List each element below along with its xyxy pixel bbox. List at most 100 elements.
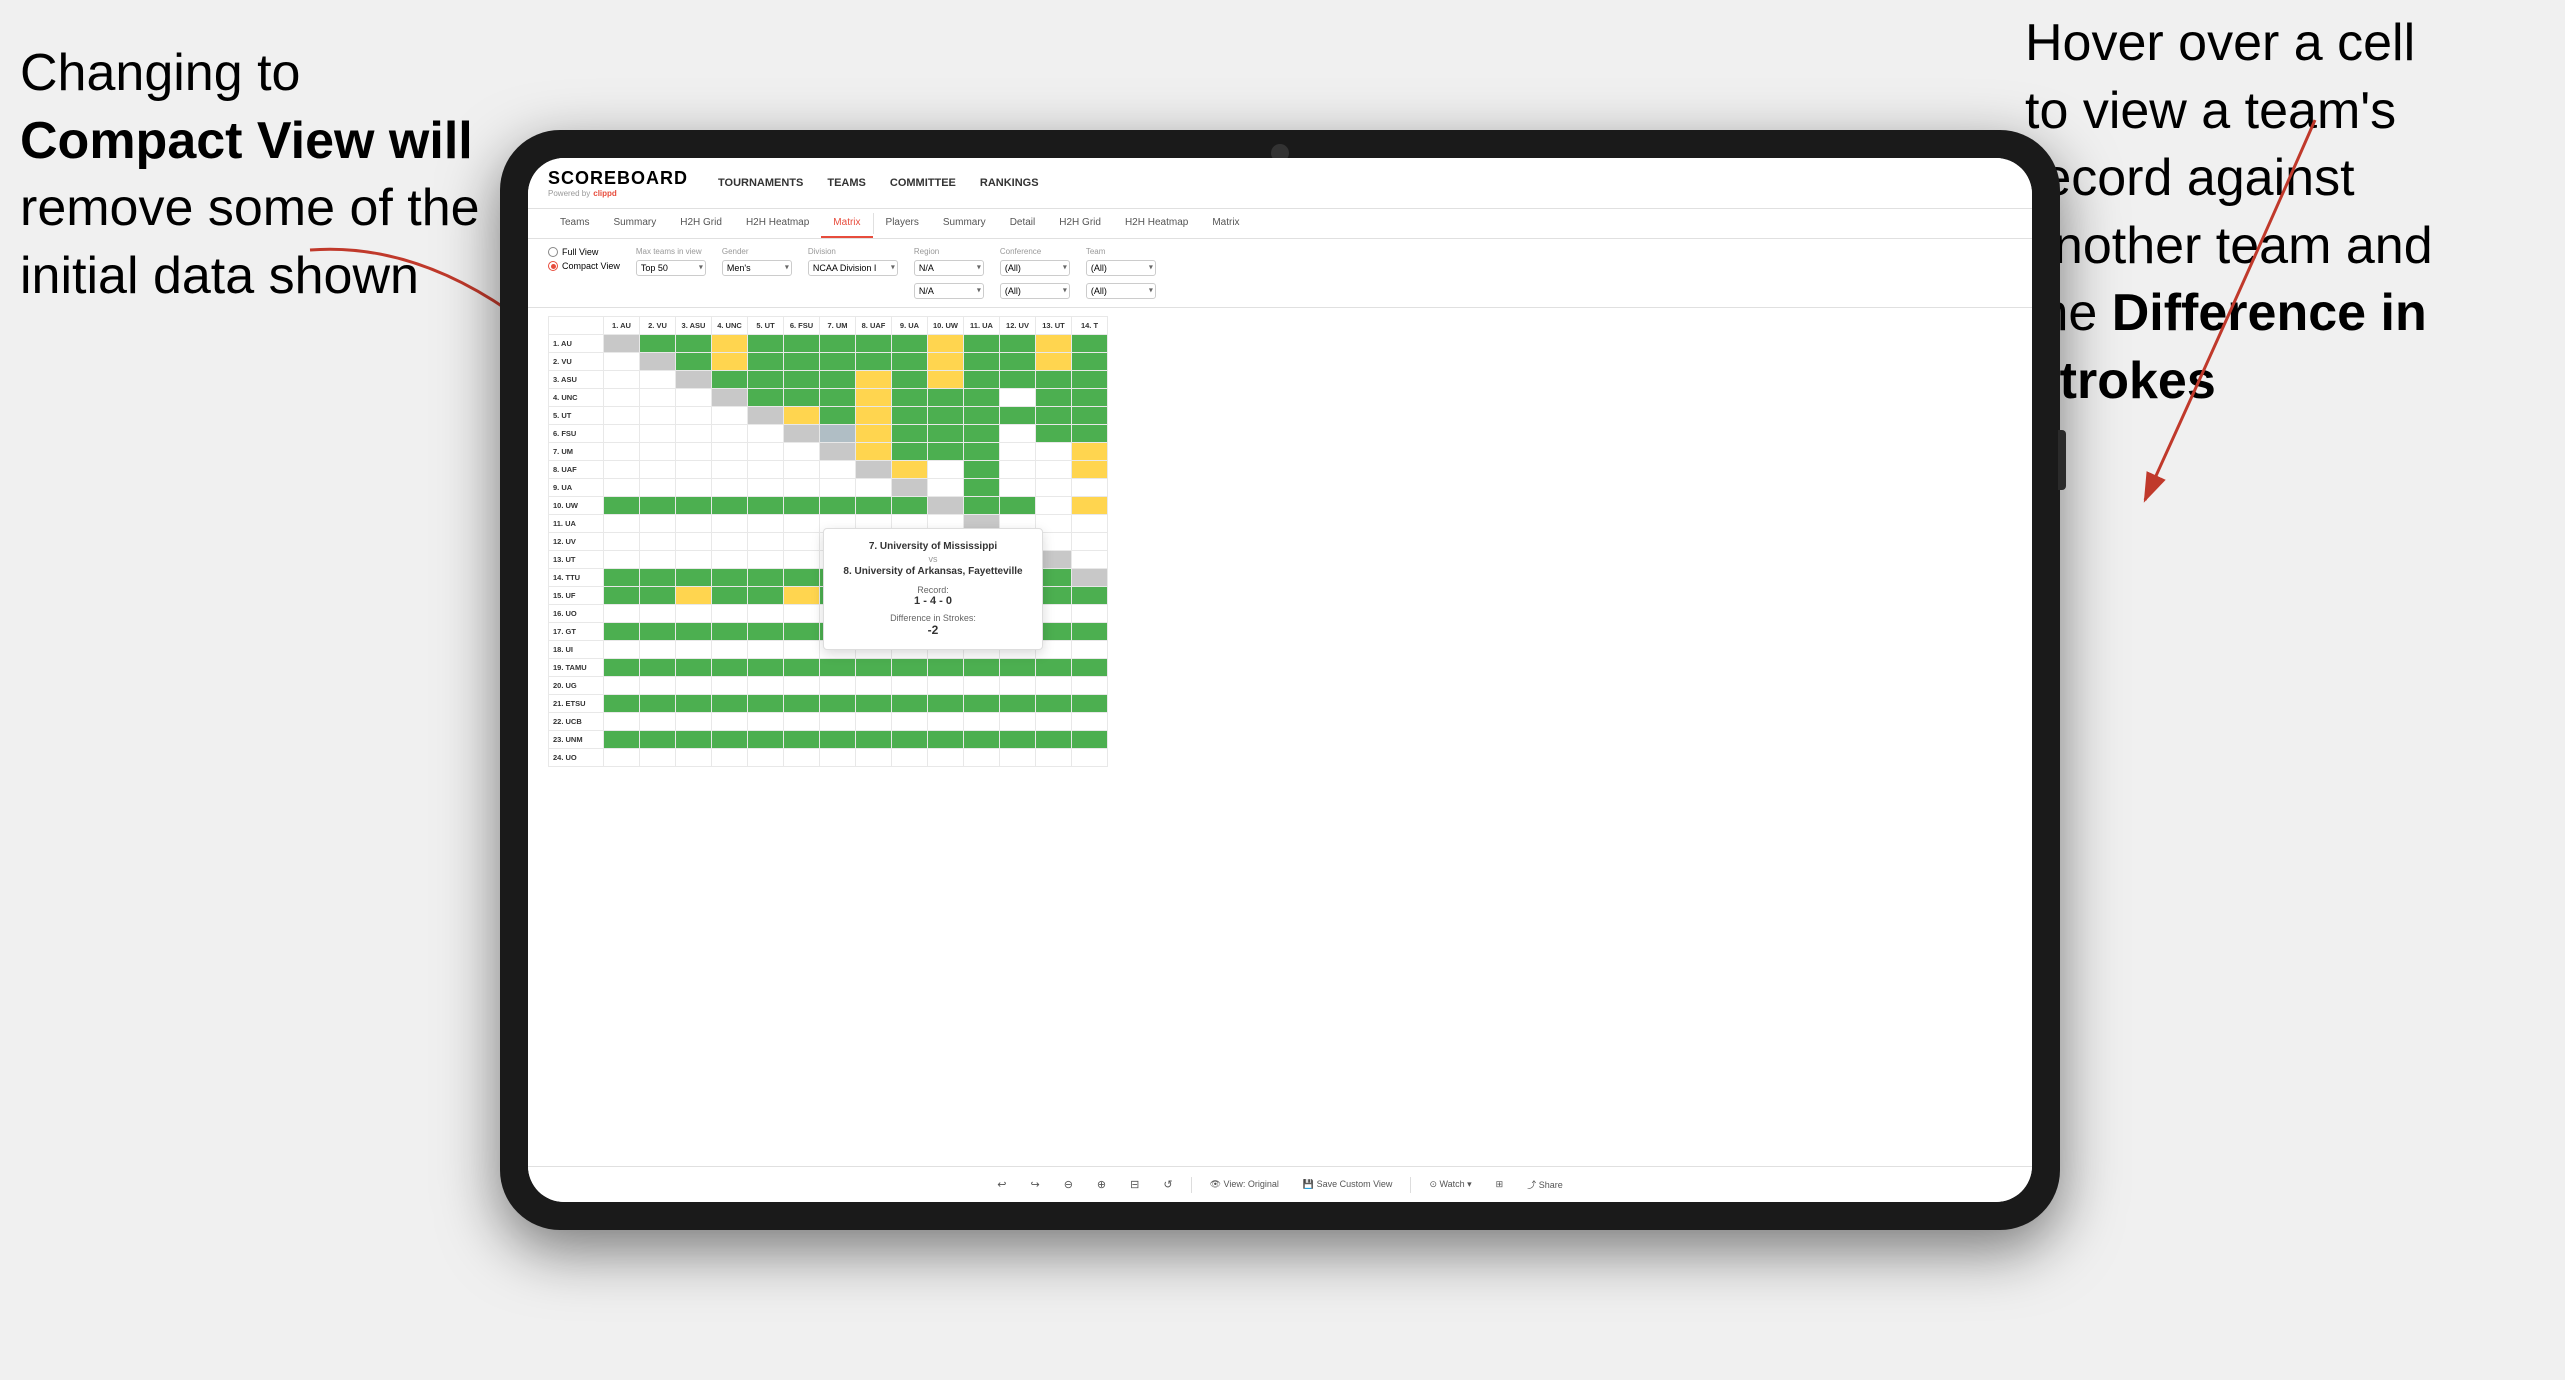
matrix-cell[interactable] bbox=[928, 371, 964, 389]
matrix-cell[interactable] bbox=[856, 371, 892, 389]
matrix-cell[interactable] bbox=[820, 677, 856, 695]
matrix-cell[interactable] bbox=[604, 443, 640, 461]
matrix-cell[interactable] bbox=[1036, 425, 1072, 443]
matrix-cell[interactable] bbox=[1072, 533, 1108, 551]
toolbar-undo[interactable]: ↩ bbox=[991, 1175, 1012, 1194]
matrix-cell[interactable] bbox=[748, 497, 784, 515]
matrix-cell[interactable] bbox=[784, 353, 820, 371]
matrix-cell[interactable] bbox=[784, 623, 820, 641]
subnav-players-h2h[interactable]: H2H Grid bbox=[1047, 209, 1113, 238]
matrix-cell[interactable] bbox=[856, 425, 892, 443]
matrix-cell[interactable] bbox=[1072, 353, 1108, 371]
matrix-cell[interactable] bbox=[712, 389, 748, 407]
matrix-cell[interactable] bbox=[784, 407, 820, 425]
toolbar-zoom-in[interactable]: ⊕ bbox=[1091, 1175, 1112, 1194]
nav-rankings[interactable]: RANKINGS bbox=[980, 173, 1039, 193]
matrix-cell[interactable] bbox=[784, 497, 820, 515]
matrix-cell[interactable] bbox=[640, 497, 676, 515]
toolbar-share[interactable]: ⤴ Share bbox=[1521, 1175, 1569, 1194]
matrix-cell[interactable] bbox=[712, 479, 748, 497]
matrix-cell[interactable] bbox=[964, 371, 1000, 389]
subnav-matrix[interactable]: Matrix bbox=[821, 209, 872, 238]
matrix-cell[interactable] bbox=[1036, 677, 1072, 695]
matrix-cell[interactable] bbox=[748, 605, 784, 623]
matrix-cell[interactable] bbox=[1036, 479, 1072, 497]
matrix-cell[interactable] bbox=[892, 677, 928, 695]
matrix-cell[interactable] bbox=[676, 731, 712, 749]
matrix-cell[interactable] bbox=[964, 335, 1000, 353]
matrix-cell[interactable] bbox=[1000, 353, 1036, 371]
matrix-cell[interactable] bbox=[604, 497, 640, 515]
matrix-cell[interactable] bbox=[1072, 443, 1108, 461]
matrix-cell[interactable] bbox=[712, 407, 748, 425]
toolbar-watch[interactable]: ⊙ Watch ▾ bbox=[1423, 1176, 1477, 1193]
matrix-cell[interactable] bbox=[964, 695, 1000, 713]
matrix-cell[interactable] bbox=[640, 677, 676, 695]
matrix-cell[interactable] bbox=[856, 335, 892, 353]
matrix-cell[interactable] bbox=[1000, 749, 1036, 767]
matrix-cell[interactable] bbox=[820, 659, 856, 677]
matrix-cell[interactable] bbox=[964, 659, 1000, 677]
matrix-cell[interactable] bbox=[856, 695, 892, 713]
matrix-cell[interactable] bbox=[748, 731, 784, 749]
matrix-cell[interactable] bbox=[604, 731, 640, 749]
matrix-cell[interactable] bbox=[676, 443, 712, 461]
matrix-cell[interactable] bbox=[676, 695, 712, 713]
matrix-cell[interactable] bbox=[748, 677, 784, 695]
matrix-cell[interactable] bbox=[604, 353, 640, 371]
matrix-cell[interactable] bbox=[676, 425, 712, 443]
matrix-cell[interactable] bbox=[1036, 749, 1072, 767]
matrix-cell[interactable] bbox=[964, 443, 1000, 461]
matrix-cell[interactable] bbox=[748, 461, 784, 479]
matrix-cell[interactable] bbox=[1072, 605, 1108, 623]
matrix-cell[interactable] bbox=[856, 389, 892, 407]
matrix-cell[interactable] bbox=[820, 371, 856, 389]
matrix-cell[interactable] bbox=[1072, 461, 1108, 479]
matrix-cell[interactable] bbox=[1036, 713, 1072, 731]
matrix-cell[interactable] bbox=[604, 389, 640, 407]
matrix-cell[interactable] bbox=[1072, 335, 1108, 353]
matrix-cell[interactable] bbox=[964, 389, 1000, 407]
matrix-cell[interactable] bbox=[676, 713, 712, 731]
matrix-cell[interactable] bbox=[1072, 623, 1108, 641]
matrix-cell[interactable] bbox=[640, 587, 676, 605]
matrix-cell[interactable] bbox=[604, 371, 640, 389]
matrix-cell[interactable] bbox=[1036, 497, 1072, 515]
matrix-cell[interactable] bbox=[928, 335, 964, 353]
matrix-cell[interactable] bbox=[1036, 443, 1072, 461]
matrix-cell[interactable] bbox=[1036, 659, 1072, 677]
division-select[interactable]: NCAA Division I bbox=[808, 260, 898, 276]
matrix-cell[interactable] bbox=[892, 335, 928, 353]
matrix-cell[interactable] bbox=[928, 731, 964, 749]
region-select2[interactable]: N/A bbox=[914, 283, 984, 299]
matrix-cell[interactable] bbox=[604, 605, 640, 623]
matrix-cell[interactable] bbox=[856, 677, 892, 695]
matrix-cell[interactable] bbox=[712, 677, 748, 695]
matrix-cell[interactable] bbox=[676, 407, 712, 425]
matrix-cell[interactable] bbox=[820, 731, 856, 749]
matrix-cell[interactable] bbox=[892, 461, 928, 479]
matrix-cell[interactable] bbox=[748, 551, 784, 569]
matrix-cell[interactable] bbox=[784, 443, 820, 461]
max-teams-select[interactable]: Top 50 bbox=[636, 260, 706, 276]
matrix-cell[interactable] bbox=[640, 371, 676, 389]
matrix-cell[interactable] bbox=[676, 533, 712, 551]
toolbar-redo[interactable]: ↪ bbox=[1024, 1175, 1045, 1194]
matrix-cell[interactable] bbox=[1036, 695, 1072, 713]
matrix-cell[interactable] bbox=[712, 731, 748, 749]
matrix-cell[interactable] bbox=[676, 479, 712, 497]
team-select2[interactable]: (All) bbox=[1086, 283, 1156, 299]
matrix-cell[interactable] bbox=[928, 659, 964, 677]
matrix-cell[interactable] bbox=[676, 605, 712, 623]
matrix-cell[interactable] bbox=[712, 497, 748, 515]
matrix-cell[interactable] bbox=[712, 533, 748, 551]
matrix-cell[interactable] bbox=[784, 551, 820, 569]
matrix-cell[interactable] bbox=[892, 731, 928, 749]
matrix-cell[interactable] bbox=[784, 605, 820, 623]
matrix-cell[interactable] bbox=[964, 353, 1000, 371]
matrix-cell[interactable] bbox=[964, 425, 1000, 443]
matrix-cell[interactable] bbox=[640, 461, 676, 479]
matrix-cell[interactable] bbox=[784, 731, 820, 749]
nav-teams[interactable]: TEAMS bbox=[827, 173, 866, 193]
matrix-cell[interactable] bbox=[604, 713, 640, 731]
